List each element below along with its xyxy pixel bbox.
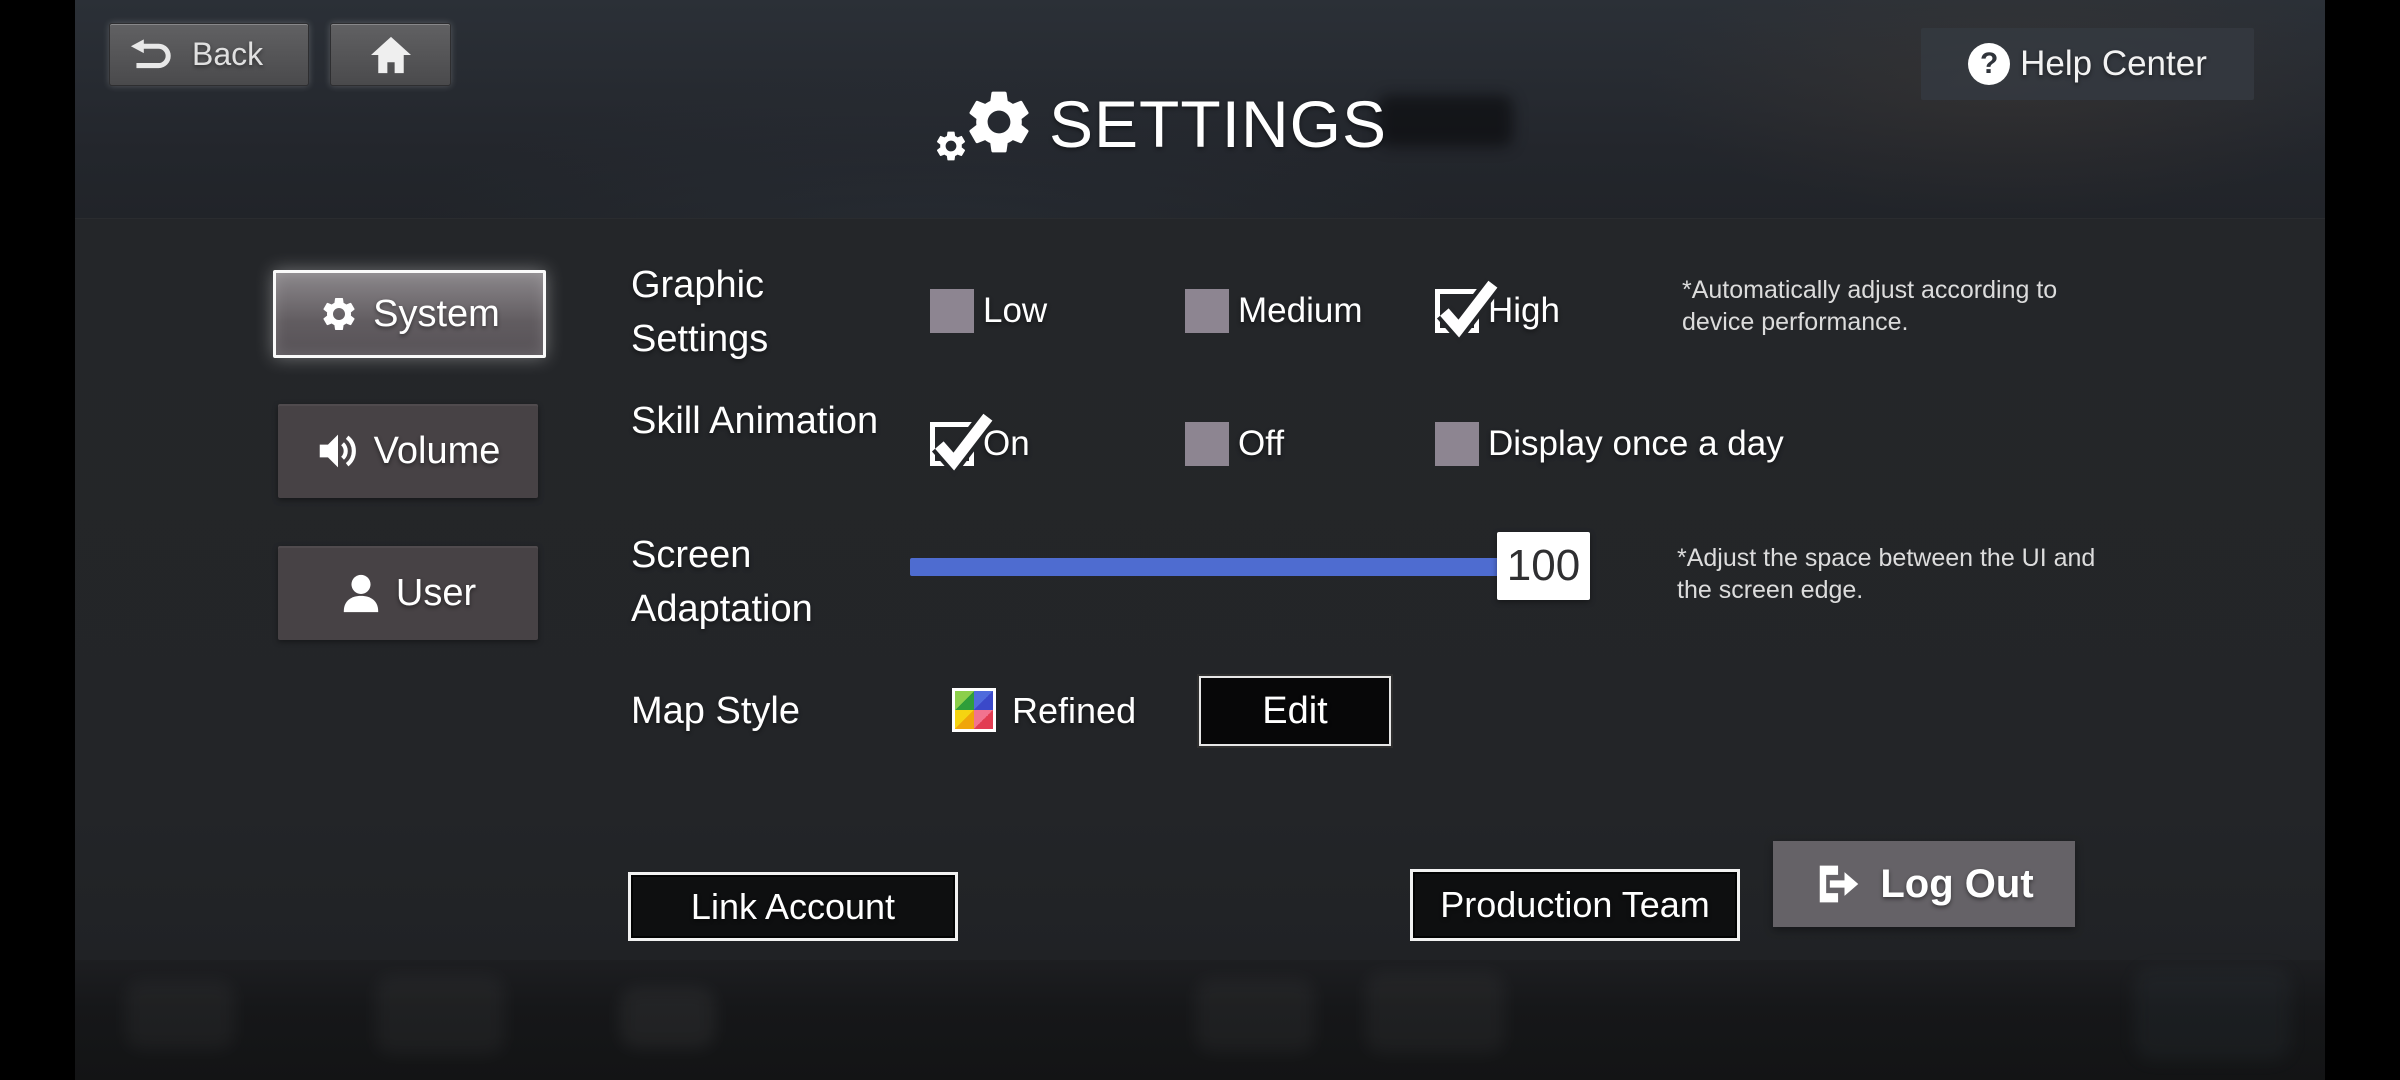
log-out-label: Log Out [1880, 861, 2034, 906]
screen-adaptation-label: Screen Adaptation [631, 534, 813, 630]
graphic-settings-label: Graphic Settings [631, 264, 769, 360]
graphic-high-option[interactable]: High [1435, 278, 1560, 345]
link-account-label: Link Account [690, 885, 896, 927]
question-icon: ? [1968, 43, 2011, 85]
sidebar-item-user[interactable]: User [278, 546, 538, 640]
skill-off-option[interactable]: Off [1185, 422, 1284, 466]
gear-icon [319, 294, 359, 334]
skill-animation-label: Skill Animation [631, 400, 879, 442]
back-arrow-icon [130, 38, 176, 71]
map-style-label: Map Style [631, 690, 800, 732]
help-center-button[interactable]: ? Help Center [1921, 28, 2254, 100]
production-team-label: Production Team [1440, 884, 1710, 925]
screen-adaptation-note: *Adjust the space between the UI and the… [1677, 544, 2096, 604]
page-title: SETTINGS [1049, 87, 1388, 161]
user-icon [340, 572, 382, 614]
option-label: Display once a day [1488, 424, 1784, 463]
page-title-group: SETTINGS [933, 78, 1387, 170]
back-button-label: Back [192, 36, 264, 72]
blurred-background-shape [620, 988, 715, 1048]
blurred-background-shape [2135, 968, 2290, 1060]
option-label: Medium [1238, 291, 1363, 330]
link-account-button[interactable]: Link Account [628, 872, 958, 941]
back-button[interactable]: Back [109, 23, 309, 86]
map-style-icon [952, 688, 996, 732]
checkbox-icon[interactable] [1435, 422, 1479, 466]
home-button[interactable] [330, 23, 451, 86]
settings-gear-icon [933, 78, 1037, 170]
skill-display-once-option[interactable]: Display once a day [1435, 422, 1784, 466]
graphic-medium-option[interactable]: Medium [1185, 289, 1362, 333]
edit-button-label: Edit [1262, 689, 1328, 732]
settings-screen: Back SETTINGS ? Help Center System Volum… [75, 0, 2325, 1080]
slider-value: 100 [1506, 541, 1581, 590]
log-out-button[interactable]: Log Out [1773, 841, 2075, 927]
checkbox-checked-icon[interactable] [1435, 278, 1501, 345]
blurred-background-shape [1378, 95, 1513, 147]
option-label: Off [1238, 424, 1285, 463]
option-label: High [1488, 291, 1560, 330]
home-icon [369, 35, 413, 75]
sidebar-item-label: System [373, 292, 500, 335]
graphic-low-option[interactable]: Low [930, 289, 1047, 333]
screen-adaptation-slider[interactable] [910, 558, 1590, 576]
map-style-edit-button[interactable]: Edit [1199, 676, 1391, 746]
production-team-button[interactable]: Production Team [1410, 869, 1740, 941]
checkbox-icon[interactable] [1185, 422, 1229, 466]
skill-on-option[interactable]: On [930, 411, 1030, 478]
sidebar-item-system[interactable]: System [273, 270, 546, 358]
blurred-background-shape [125, 980, 235, 1050]
checkbox-icon[interactable] [930, 289, 974, 333]
sidebar-item-volume[interactable]: Volume [278, 404, 538, 498]
sidebar-item-label: Volume [373, 429, 501, 472]
graphic-settings-note: *Automatically adjust according to devic… [1682, 276, 2058, 336]
logout-icon [1814, 862, 1864, 906]
blurred-background-shape [375, 975, 505, 1055]
map-style-value: Refined [1012, 690, 1137, 731]
checkbox-icon[interactable] [1185, 289, 1229, 333]
blurred-background-shape [1365, 972, 1505, 1054]
blurred-background-shape [1195, 978, 1315, 1053]
slider-thumb[interactable]: 100 [1497, 532, 1590, 600]
sidebar-item-label: User [395, 571, 477, 614]
help-center-label: Help Center [2020, 44, 2207, 83]
checkbox-checked-icon[interactable] [930, 411, 996, 478]
speaker-icon [316, 430, 360, 472]
option-label: Low [983, 291, 1048, 330]
